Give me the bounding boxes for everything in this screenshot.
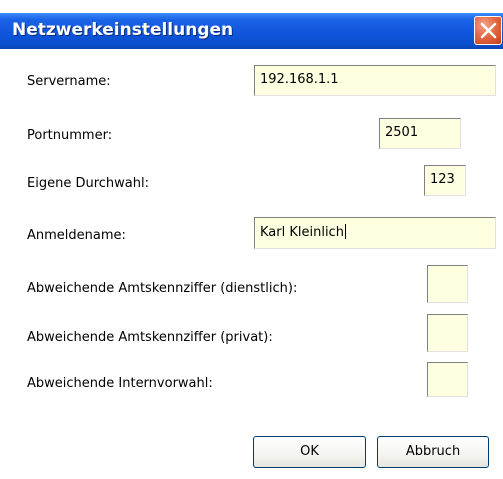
anmeldename-label: Anmeldename: xyxy=(27,228,126,243)
anmeldename-input[interactable]: Karl Kleinlich xyxy=(254,217,496,249)
title-bar[interactable]: Netzwerkeinstellungen xyxy=(0,13,503,49)
amt-privat-label: Abweichende Amtskennziffer (privat): xyxy=(27,330,273,345)
durchwahl-label: Eigene Durchwahl: xyxy=(27,176,149,191)
servername-value: 192.168.1.1 xyxy=(260,72,339,87)
servername-input[interactable]: 192.168.1.1 xyxy=(254,65,496,96)
window-title: Netzwerkeinstellungen xyxy=(12,20,234,40)
anmeldename-value: Karl Kleinlich xyxy=(260,225,344,240)
close-icon xyxy=(480,22,497,39)
ok-button[interactable]: OK xyxy=(253,436,366,468)
portnummer-label: Portnummer: xyxy=(27,128,113,143)
portnummer-input[interactable]: 2501 xyxy=(379,118,461,149)
internvorwahl-input[interactable] xyxy=(427,362,468,397)
portnummer-value: 2501 xyxy=(385,125,419,140)
internvorwahl-label: Abweichende Internvorwahl: xyxy=(27,376,213,391)
close-button[interactable] xyxy=(474,16,502,45)
dialog-client-area xyxy=(0,49,503,479)
text-caret xyxy=(344,224,346,239)
durchwahl-value: 123 xyxy=(430,172,455,187)
durchwahl-input[interactable]: 123 xyxy=(424,165,466,196)
cancel-button[interactable]: Abbruch xyxy=(377,436,489,468)
amt-dienstlich-label: Abweichende Amtskennziffer (dienstlich): xyxy=(27,281,298,296)
amt-privat-input[interactable] xyxy=(427,314,468,352)
servername-label: Servername: xyxy=(27,74,111,89)
dialog-window: Netzwerkeinstellungen Servername: 192.16… xyxy=(0,0,503,479)
amt-dienstlich-input[interactable] xyxy=(427,265,468,303)
